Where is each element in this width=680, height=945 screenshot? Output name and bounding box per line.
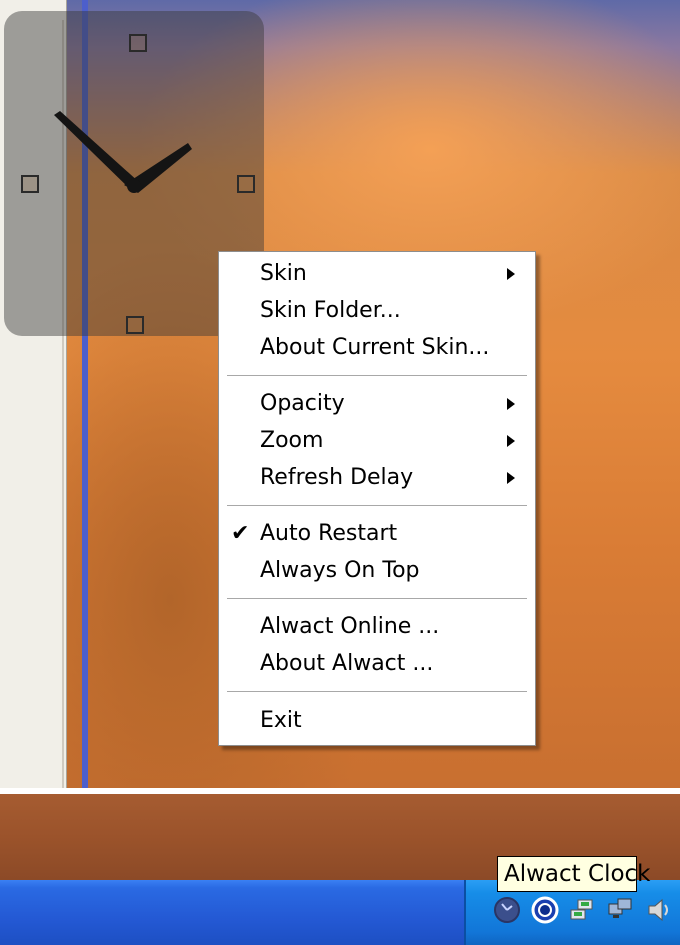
submenu-arrow-icon	[507, 472, 515, 484]
menu-item-label: Zoom	[260, 428, 324, 453]
menu-item-exit[interactable]: Exit	[219, 703, 535, 739]
checkmark-icon: ✔	[231, 521, 250, 546]
menu-item-zoom[interactable]: Zoom	[219, 423, 535, 459]
menu-item-label: Opacity	[260, 391, 345, 416]
submenu-arrow-icon	[507, 398, 515, 410]
menu-separator	[227, 505, 527, 507]
menu-separator	[227, 375, 527, 377]
resize-handle-left[interactable]	[21, 175, 39, 193]
menu-separator	[227, 691, 527, 693]
menu-item-skin-folder[interactable]: Skin Folder...	[219, 293, 535, 329]
menu-item-label: Always On Top	[260, 558, 420, 583]
menu-item-skin[interactable]: Skin	[219, 256, 535, 292]
menu-item-about-current-skin[interactable]: About Current Skin...	[219, 330, 535, 366]
menu-item-auto-restart[interactable]: ✔ Auto Restart	[219, 516, 535, 552]
menu-item-label: Skin Folder...	[260, 298, 401, 323]
alwact-clock-tray-icon[interactable]	[492, 895, 522, 925]
monitor-tray-icon[interactable]	[605, 895, 635, 925]
resize-handle-right[interactable]	[237, 175, 255, 193]
menu-item-refresh-delay[interactable]: Refresh Delay	[219, 460, 535, 496]
ring-tray-icon[interactable]	[530, 895, 560, 925]
menu-item-label: Alwact Online ...	[260, 614, 440, 639]
tray-tooltip: Alwact Clock	[497, 856, 651, 892]
menu-item-alwact-online[interactable]: Alwact Online ...	[219, 609, 535, 645]
submenu-arrow-icon	[507, 268, 515, 280]
network-tray-icon[interactable]	[567, 895, 597, 925]
menu-item-always-on-top[interactable]: Always On Top	[219, 553, 535, 589]
speaker-tray-icon[interactable]	[644, 895, 674, 925]
menu-item-opacity[interactable]: Opacity	[219, 386, 535, 422]
menu-item-about-alwact[interactable]: About Alwact ...	[219, 646, 535, 682]
menu-item-label: Exit	[260, 708, 302, 733]
submenu-arrow-icon	[507, 435, 515, 447]
resize-handle-bottom[interactable]	[126, 316, 144, 334]
menu-separator	[227, 598, 527, 600]
menu-item-label: About Current Skin...	[260, 335, 490, 360]
menu-item-label: Refresh Delay	[260, 465, 414, 490]
menu-item-label: About Alwact ...	[260, 651, 434, 676]
resize-handle-top[interactable]	[129, 34, 147, 52]
context-menu: Skin Skin Folder... About Current Skin..…	[218, 251, 536, 746]
menu-item-label: Skin	[260, 261, 307, 286]
menu-item-label: Auto Restart	[260, 521, 398, 546]
